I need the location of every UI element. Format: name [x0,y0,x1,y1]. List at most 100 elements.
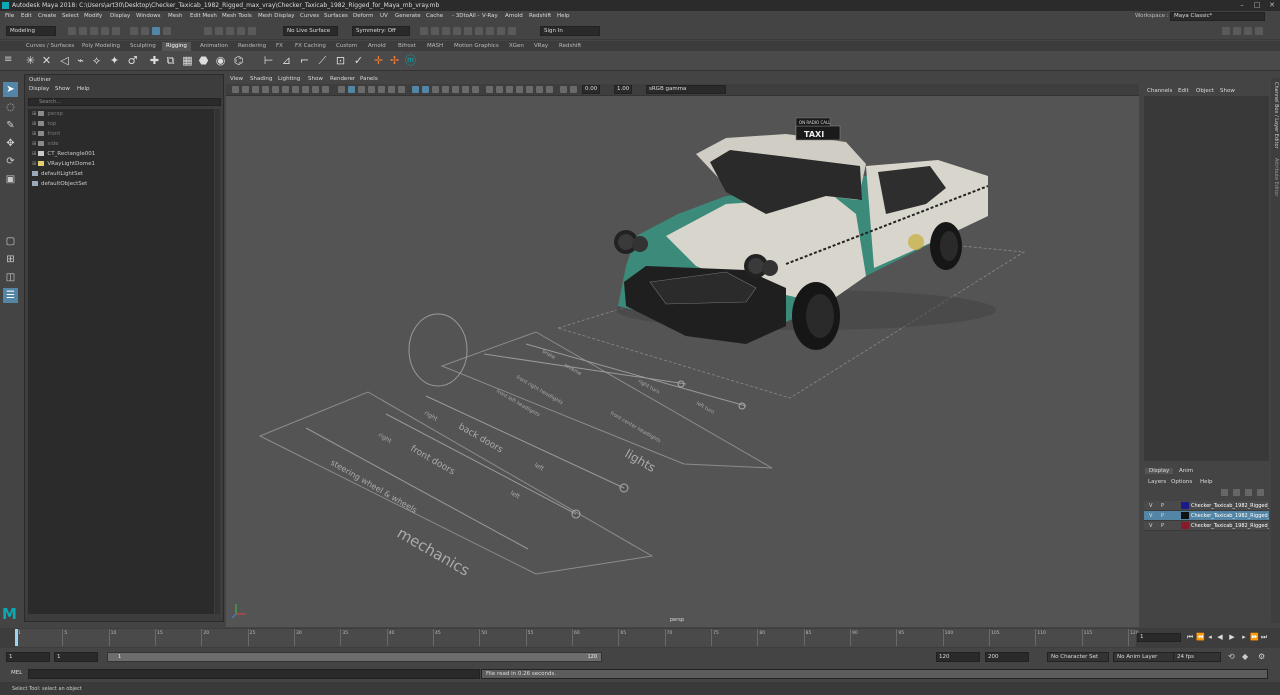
display-layers-tab[interactable]: Display [1145,468,1174,474]
new-scene-icon[interactable] [68,27,76,35]
hik-icon[interactable]: ✛ [372,54,385,67]
viewport-tool-icon-19[interactable] [422,86,429,93]
cb-edit-menu[interactable]: Edit [1178,88,1189,94]
current-frame-field[interactable]: 1 [1137,633,1181,642]
viewport-tool-icon-27[interactable] [506,86,513,93]
viewport-tool-icon-3[interactable] [252,86,259,93]
shelf-menu-icon[interactable]: ≡ [4,54,14,67]
command-input[interactable] [28,669,480,679]
auto-key-icon[interactable]: ◆ [1242,653,1250,661]
viewport-3d[interactable]: mechanics steering wheel & wheels front … [226,96,1139,627]
toggle-channel-box-icon[interactable] [1255,27,1263,35]
layer-color-swatch[interactable] [1181,512,1189,519]
smooth-bind-icon[interactable]: ⧉ [164,54,177,67]
select-object-icon[interactable] [141,27,149,35]
shelf-tab-xgen[interactable]: XGen [505,42,528,51]
snap-surface-icon[interactable] [248,27,256,35]
menu-modify[interactable]: Modify [84,13,102,19]
viewport-menu-view[interactable]: View [230,76,243,82]
viewport-tool-icon-15[interactable] [378,86,385,93]
menu-3dtoall[interactable]: - 3DtoAll - [452,13,480,19]
outliner-menu-display[interactable]: Display [29,86,49,92]
move-layer-up-icon[interactable] [1221,489,1228,496]
exposure-field[interactable]: 0.00 [582,85,600,94]
outliner-item-top[interactable]: ⊞ top [32,120,56,129]
ik-handle-icon[interactable]: ✕ [40,54,53,67]
select-tool-icon[interactable]: ➤ [3,82,18,97]
viewport-tool-icon-29[interactable] [526,86,533,93]
menu-v-ray[interactable]: V-Ray [482,13,498,19]
layer-playback-toggle[interactable]: P [1161,523,1164,529]
mash-icon[interactable]: ⓜ [404,54,417,67]
vray-ipr-icon[interactable] [497,27,505,35]
layer-visibility-toggle[interactable]: V [1149,523,1152,529]
viewport-tool-icon-26[interactable] [496,86,503,93]
channels-menu[interactable]: Channels [1147,88,1172,94]
viewport-menu-lighting[interactable]: Lighting [278,76,300,82]
display-layer-row[interactable]: V P Checker_Taxicab_1982_Rigged_Geometry [1144,521,1269,531]
viewport-tool-icon-11[interactable] [338,86,345,93]
joint-icon[interactable]: ✳ [24,54,37,67]
render-settings-icon[interactable] [464,27,472,35]
menu-display[interactable]: Display [110,13,130,19]
aim-constraint-icon[interactable]: ⟋ [316,54,329,67]
viewport-tool-icon-10[interactable] [322,86,329,93]
mel-label[interactable]: MEL [11,670,22,676]
paint-weights-icon[interactable]: ✚ [148,54,161,67]
outliner-item-defaultobjectset[interactable]: defaultObjectSet [32,180,87,189]
menu-help[interactable]: Help [557,13,570,19]
menu-cache[interactable]: Cache [426,13,443,19]
viewport-tool-icon-14[interactable] [368,86,375,93]
select-hierarchy-icon[interactable] [130,27,138,35]
viewport-tool-icon-28[interactable] [516,86,523,93]
shelf-tab-custom[interactable]: Custom [332,42,361,51]
menu-uv[interactable]: UV [380,13,388,19]
gamma-field[interactable]: 1.00 [614,85,632,94]
viewport-tool-icon-31[interactable] [546,86,553,93]
point-constraint-icon[interactable]: ⊢ [262,54,275,67]
menu-mesh[interactable]: Mesh [168,13,182,19]
go-to-start-icon[interactable]: ⏮ [1186,633,1194,642]
playback-end-field[interactable]: 120 [936,652,980,662]
menu-edit[interactable]: Edit [21,13,32,19]
scene-end-field[interactable]: 200 [985,652,1029,662]
outliner-item-side[interactable]: ⊞ side [32,140,59,149]
shelf-tab-motion-graphics[interactable]: Motion Graphics [450,42,503,51]
viewport-tool-icon-25[interactable] [486,86,493,93]
cb-object-menu[interactable]: Object [1196,88,1214,94]
viewport-tool-icon-18[interactable] [412,86,419,93]
viewport-tool-icon-5[interactable] [272,86,279,93]
viewport-tool-icon-30[interactable] [536,86,543,93]
orient-joint-icon[interactable]: ✦ [108,54,121,67]
menu-windows[interactable]: Windows [136,13,161,19]
viewport-tool-icon-22[interactable] [452,86,459,93]
redo-icon[interactable] [112,27,120,35]
outliner-item-vraylightdome1[interactable]: ⊞ VRayLightDome1 [32,160,95,169]
attribute-editor-tab[interactable]: Attribute Editor [1273,158,1279,218]
turn-slider-handle[interactable] [738,402,746,410]
snap-curve-icon[interactable] [215,27,223,35]
save-scene-icon[interactable] [90,27,98,35]
layers-menu[interactable]: Layers [1148,479,1166,485]
four-view-icon[interactable]: ⊞ [3,252,18,267]
menu-redshift[interactable]: Redshift [529,13,551,19]
viewport-tool-icon-4[interactable] [262,86,269,93]
new-layer-selected-icon[interactable] [1257,489,1264,496]
outliner-menu-show[interactable]: Show [55,86,70,92]
headlights-slider-track[interactable] [483,353,687,385]
ik-spline-icon[interactable]: ◁ [58,54,71,67]
shelf-tab-vray[interactable]: VRay [530,42,552,51]
viewport-tool-icon-16[interactable] [388,86,395,93]
hypershade-icon[interactable] [475,27,483,35]
menu-deform[interactable]: Deform [353,13,373,19]
viewport-menu-show[interactable]: Show [308,76,323,82]
menu-file[interactable]: File [5,13,14,19]
scale-constraint-icon[interactable]: ⊡ [334,54,347,67]
step-forward-frame-icon[interactable]: ▸ [1240,633,1248,642]
layer-visibility-toggle[interactable]: V [1149,503,1152,509]
layers-help-menu[interactable]: Help [1200,479,1213,485]
viewport-tool-icon-17[interactable] [398,86,405,93]
layer-visibility-toggle[interactable]: V [1149,513,1152,519]
shelf-tab-curves-surfaces[interactable]: Curves / Surfaces [22,42,78,51]
mirror-joint-icon[interactable]: ⟡ [90,54,103,67]
